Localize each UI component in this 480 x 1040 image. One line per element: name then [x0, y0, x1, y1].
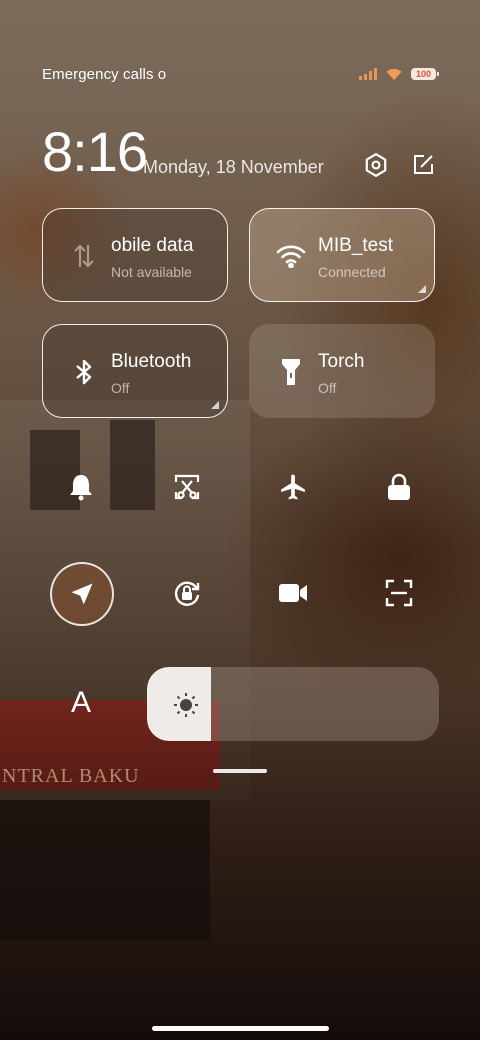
lock-icon: [388, 473, 410, 500]
battery-icon: 100: [411, 68, 439, 80]
tile-title: obile data: [111, 235, 194, 256]
edit-icon: [414, 155, 433, 174]
background-sign-text: NTRAL BAKU: [2, 765, 140, 787]
clock: 8:16: [42, 120, 148, 183]
tile-subtitle: Connected: [318, 264, 386, 280]
settings-icon: [365, 152, 387, 178]
navigation-bar[interactable]: [152, 1026, 329, 1031]
edit-button[interactable]: [406, 148, 440, 182]
mobile-data-icon: [69, 241, 99, 271]
status-icons: 100: [359, 67, 439, 81]
toggle-location[interactable]: [50, 562, 114, 626]
signal-icon: [359, 68, 377, 80]
brightness-slider[interactable]: [147, 667, 439, 741]
expand-corner-icon: [211, 401, 219, 409]
wifi-status-icon: [386, 68, 402, 80]
bluetooth-icon: [69, 357, 99, 387]
date: Monday, 18 November: [143, 157, 324, 177]
bell-icon: [70, 475, 92, 501]
toggle-scanner[interactable]: [369, 563, 429, 623]
video-icon: [279, 584, 307, 602]
tile-subtitle: Off: [318, 380, 337, 396]
tile-subtitle: Off: [111, 380, 130, 396]
status-carrier-text: Emergency calls o: [42, 66, 167, 83]
tile-torch[interactable]: Torch Off: [249, 324, 435, 418]
tile-mobile-data[interactable]: obile data Not available: [42, 208, 228, 302]
rotation-lock-icon: [174, 581, 200, 606]
tile-subtitle: Not available: [111, 264, 192, 280]
tile-title: Bluetooth: [111, 351, 192, 372]
tile-wifi[interactable]: MIB_test Connected: [249, 208, 435, 302]
background-shopfront: [0, 800, 210, 940]
toggle-rotation-lock[interactable]: [157, 563, 217, 623]
torch-icon: [276, 357, 306, 387]
toggle-airplane-mode[interactable]: [263, 457, 323, 517]
auto-brightness-button[interactable]: A: [66, 686, 96, 720]
toggle-sound[interactable]: [51, 457, 111, 517]
tile-title: MIB_test: [318, 235, 393, 256]
battery-level: 100: [415, 69, 432, 79]
drag-handle[interactable]: [213, 769, 267, 773]
toggle-screen-recorder[interactable]: [263, 563, 323, 623]
toggle-screenshot[interactable]: [157, 457, 217, 517]
expand-corner-icon: [418, 285, 426, 293]
scan-icon: [385, 579, 413, 607]
toggle-lock-screen[interactable]: [369, 457, 429, 517]
airplane-icon: [281, 474, 305, 500]
wifi-icon: [276, 241, 306, 271]
screenshot-icon: [174, 474, 200, 500]
location-icon: [71, 583, 93, 605]
background-window: [110, 420, 155, 510]
settings-button[interactable]: [359, 148, 393, 182]
sun-icon: [174, 693, 198, 717]
tile-bluetooth[interactable]: Bluetooth Off: [42, 324, 228, 418]
tile-title: Torch: [318, 351, 365, 372]
